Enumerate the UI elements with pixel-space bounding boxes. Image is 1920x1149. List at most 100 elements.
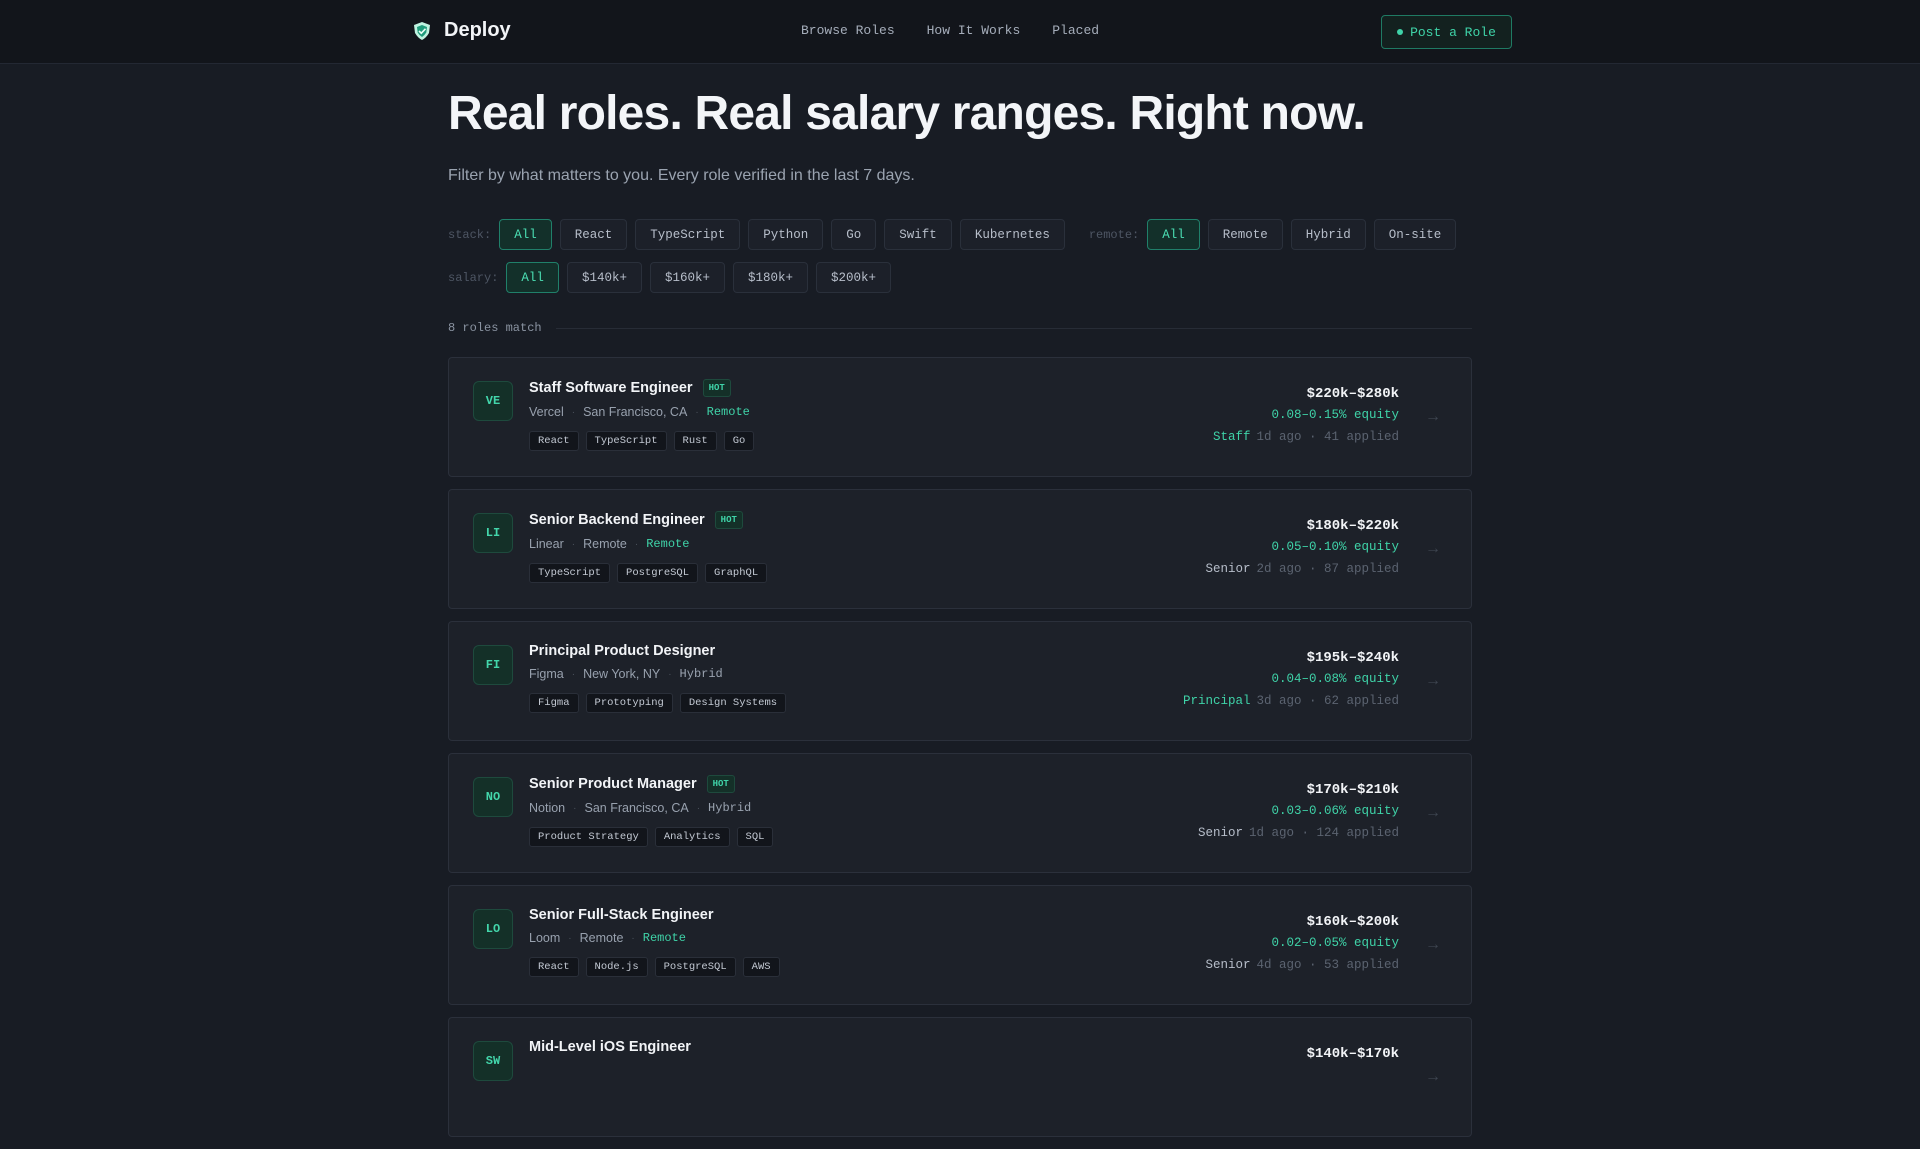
job-title-line: Senior Backend Engineer HOT [529, 511, 767, 530]
job-location: San Francisco, CA [583, 405, 688, 420]
top-nav: Deploy Browse Roles How It Works Placed … [0, 0, 1920, 64]
skill-tag: Node.js [585, 957, 648, 978]
arrow-right-icon[interactable]: → [1425, 936, 1441, 954]
separator-dot: · [571, 538, 576, 550]
level-badge: Principal [1182, 694, 1251, 709]
skill-tag: Product Strategy [529, 827, 648, 848]
arrow-right-icon[interactable]: → [1425, 408, 1441, 426]
filter-row-salary: salary: All $140k+ $160k+ $180k+ $200k+ [448, 262, 1472, 294]
company-name: Notion [529, 801, 566, 816]
equity-range: 0.05–0.10% equity [1271, 540, 1399, 555]
filter-row-stack-remote: stack: All React TypeScript Python Go Sw… [448, 219, 1472, 251]
job-title[interactable]: Principal Product Designer [529, 643, 715, 659]
shield-logo-icon [414, 21, 430, 40]
job-info: Senior Full-Stack Engineer Loom · Remote · Re… [529, 907, 780, 978]
stack-chip-kubernetes[interactable]: Kubernetes [959, 219, 1065, 251]
job-title[interactable]: Senior Full-Stack Engineer [529, 907, 714, 923]
salary-chip-200k[interactable]: $200k+ [815, 262, 891, 294]
job-location: Remote [579, 931, 624, 946]
job-tags: React Node.js PostgreSQL AWS [529, 957, 780, 978]
nav-links: Browse Roles How It Works Placed [801, 23, 1099, 38]
salary-range: $180k–$220k [1306, 518, 1399, 535]
job-card[interactable]: LO Senior Full-Stack Engineer Loom · Remote ·… [448, 885, 1472, 1006]
main-content: Real roles. Real salary ranges. Right no… [448, 64, 1472, 1149]
level-badge: Staff [1212, 430, 1251, 445]
job-card[interactable]: SW Mid-Level iOS Engineer $140k–$170k → [448, 1017, 1472, 1138]
separator-dot: · [1301, 958, 1324, 973]
salary-range: $195k–$240k [1306, 650, 1399, 667]
arrow-right-icon[interactable]: → [1425, 672, 1441, 690]
posted-time: 2d ago [1256, 562, 1302, 577]
job-title[interactable]: Staff Software Engineer [529, 380, 693, 396]
post-role-button[interactable]: Post a Role [1381, 15, 1512, 49]
remote-chip-remote[interactable]: Remote [1207, 219, 1283, 251]
stack-chip-react[interactable]: React [559, 219, 628, 251]
job-card[interactable]: NO Senior Product Manager HOT Notion · San Fr… [448, 753, 1472, 874]
applicant-count: 87 applied [1323, 562, 1399, 577]
job-stats: Senior 1d ago · 124 applied [1198, 826, 1399, 840]
results-count: 8 roles match [448, 321, 542, 336]
stack-chip-python[interactable]: Python [748, 219, 824, 251]
job-title[interactable]: Senior Product Manager [529, 776, 697, 792]
nav-link-how-it-works[interactable]: How It Works [927, 23, 1021, 38]
job-list: VE Staff Software Engineer HOT Vercel · San F… [448, 357, 1472, 1138]
job-meta: Loom · Remote · Remote [529, 931, 780, 945]
remote-filter-label: remote: [1088, 227, 1140, 242]
job-stats: Senior 2d ago · 87 applied [1205, 562, 1399, 576]
job-title[interactable]: Mid-Level iOS Engineer [529, 1039, 691, 1055]
skill-tag: Figma [529, 693, 579, 714]
separator-dot: · [571, 406, 576, 418]
brand[interactable]: Deploy [412, 19, 511, 42]
job-card[interactable]: LI Senior Backend Engineer HOT Linear · Remot… [448, 489, 1472, 610]
remote-chip-hybrid[interactable]: Hybrid [1290, 219, 1366, 251]
job-stats: Staff 1d ago · 41 applied [1213, 430, 1399, 444]
separator-dot: · [568, 932, 572, 944]
stack-chip-all[interactable]: All [499, 219, 552, 251]
skill-tag: Go [723, 431, 755, 452]
skill-tag: Analytics [654, 827, 730, 848]
salary-chip-180k[interactable]: $180k+ [732, 262, 808, 294]
stack-chip-typescript[interactable]: TypeScript [635, 219, 741, 251]
salary-filter-label: salary: [448, 270, 499, 285]
nav-link-placed[interactable]: Placed [1052, 23, 1099, 38]
post-role-label: Post a Role [1410, 24, 1496, 40]
company-avatar: NO [473, 777, 513, 818]
applicant-count: 62 applied [1323, 694, 1399, 709]
job-info: Senior Backend Engineer HOT Linear · Remote ·… [529, 511, 768, 584]
job-location: New York, NY [583, 667, 661, 682]
job-card[interactable]: FI Principal Product Designer Figma · New Yo… [448, 621, 1472, 742]
job-title-line: Senior Full-Stack Engineer [529, 907, 780, 923]
skill-tag: PostgreSQL [617, 563, 699, 584]
level-badge: Senior [1197, 826, 1243, 841]
equity-range: 0.04–0.08% equity [1271, 672, 1399, 687]
job-meta: Vercel · San Francisco, CA · Remote [529, 405, 754, 419]
salary-chip-160k[interactable]: $160k+ [649, 262, 725, 294]
salary-chip-all[interactable]: All [506, 262, 559, 294]
equity-range: 0.02–0.05% equity [1271, 936, 1399, 951]
company-avatar: SW [473, 1041, 513, 1082]
posted-time: 1d ago [1248, 826, 1294, 841]
company-name: Vercel [529, 405, 564, 420]
nav-link-browse-roles[interactable]: Browse Roles [801, 23, 895, 38]
stack-chip-swift[interactable]: Swift [884, 219, 952, 251]
salary-range: $160k–$200k [1306, 914, 1399, 931]
job-tags: Product Strategy Analytics SQL [529, 827, 774, 848]
arrow-right-icon[interactable]: → [1425, 1068, 1441, 1086]
remote-chip-onsite[interactable]: On-site [1373, 219, 1457, 251]
stack-chip-go[interactable]: Go [831, 219, 877, 251]
arrow-right-icon[interactable]: → [1425, 540, 1441, 558]
job-compensation: $180k–$220k 0.05–0.10% equity Senior 2d ago… [1205, 518, 1399, 576]
arrow-right-icon[interactable]: → [1425, 804, 1441, 822]
job-stats: Principal 3d ago · 62 applied [1183, 694, 1399, 708]
company-avatar: LO [473, 909, 513, 950]
skill-tag: React [529, 957, 579, 978]
skill-tag: React [529, 431, 579, 452]
job-title[interactable]: Senior Backend Engineer [529, 512, 705, 528]
skill-tag: TypeScript [529, 563, 611, 584]
salary-range: $220k–$280k [1306, 386, 1399, 403]
job-compensation: $170k–$210k 0.03–0.06% equity Senior 1d ago… [1198, 782, 1399, 840]
salary-chip-140k[interactable]: $140k+ [566, 262, 642, 294]
job-compensation: $220k–$280k 0.08–0.15% equity Staff 1d ago … [1213, 386, 1399, 444]
remote-chip-all[interactable]: All [1147, 219, 1200, 251]
job-card[interactable]: VE Staff Software Engineer HOT Vercel · San F… [448, 357, 1472, 478]
